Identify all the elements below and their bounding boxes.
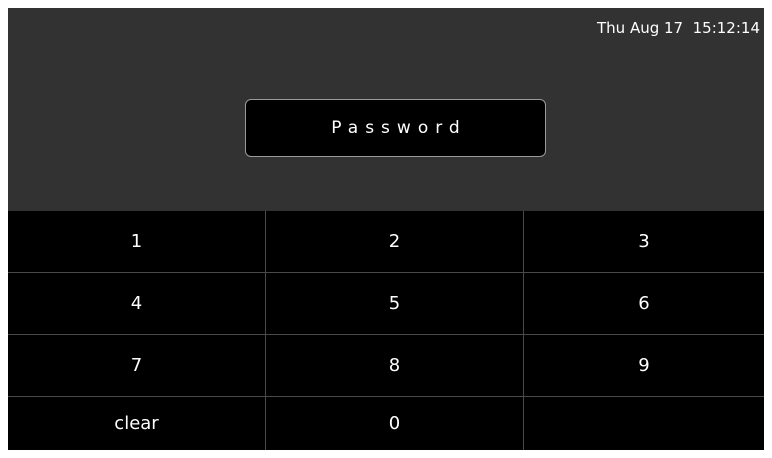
numeric-keypad: 1 2 3 4 5 6 7 8 9 clear 0 [8,211,764,450]
key-4[interactable]: 4 [8,273,266,335]
key-8-label: 8 [388,355,401,376]
password-field[interactable]: Password [245,99,546,157]
key-0-label: 0 [388,413,401,434]
key-9-label: 9 [638,355,650,376]
key-1[interactable]: 1 [8,211,266,273]
key-0[interactable]: 0 [266,397,524,450]
key-6-label: 6 [638,293,650,314]
blank-key[interactable] [524,397,764,450]
key-2[interactable]: 2 [266,211,524,273]
clear-button-label: clear [114,413,159,434]
key-4-label: 4 [130,293,143,314]
key-3-label: 3 [638,231,650,252]
key-5-label: 5 [388,293,401,314]
key-7[interactable]: 7 [8,335,266,397]
key-8[interactable]: 8 [266,335,524,397]
key-1-label: 1 [130,231,143,252]
key-5[interactable]: 5 [266,273,524,335]
lock-screen: Thu Aug 17 15:12:14 Password 1 2 3 4 5 6… [8,8,764,450]
password-placeholder: Password [331,118,467,138]
key-3[interactable]: 3 [524,211,764,273]
key-2-label: 2 [388,231,401,252]
header-panel: Thu Aug 17 15:12:14 Password [8,8,764,211]
key-9[interactable]: 9 [524,335,764,397]
clear-button[interactable]: clear [8,397,266,450]
key-7-label: 7 [130,355,143,376]
key-6[interactable]: 6 [524,273,764,335]
date-time-display: Thu Aug 17 15:12:14 [597,19,760,37]
